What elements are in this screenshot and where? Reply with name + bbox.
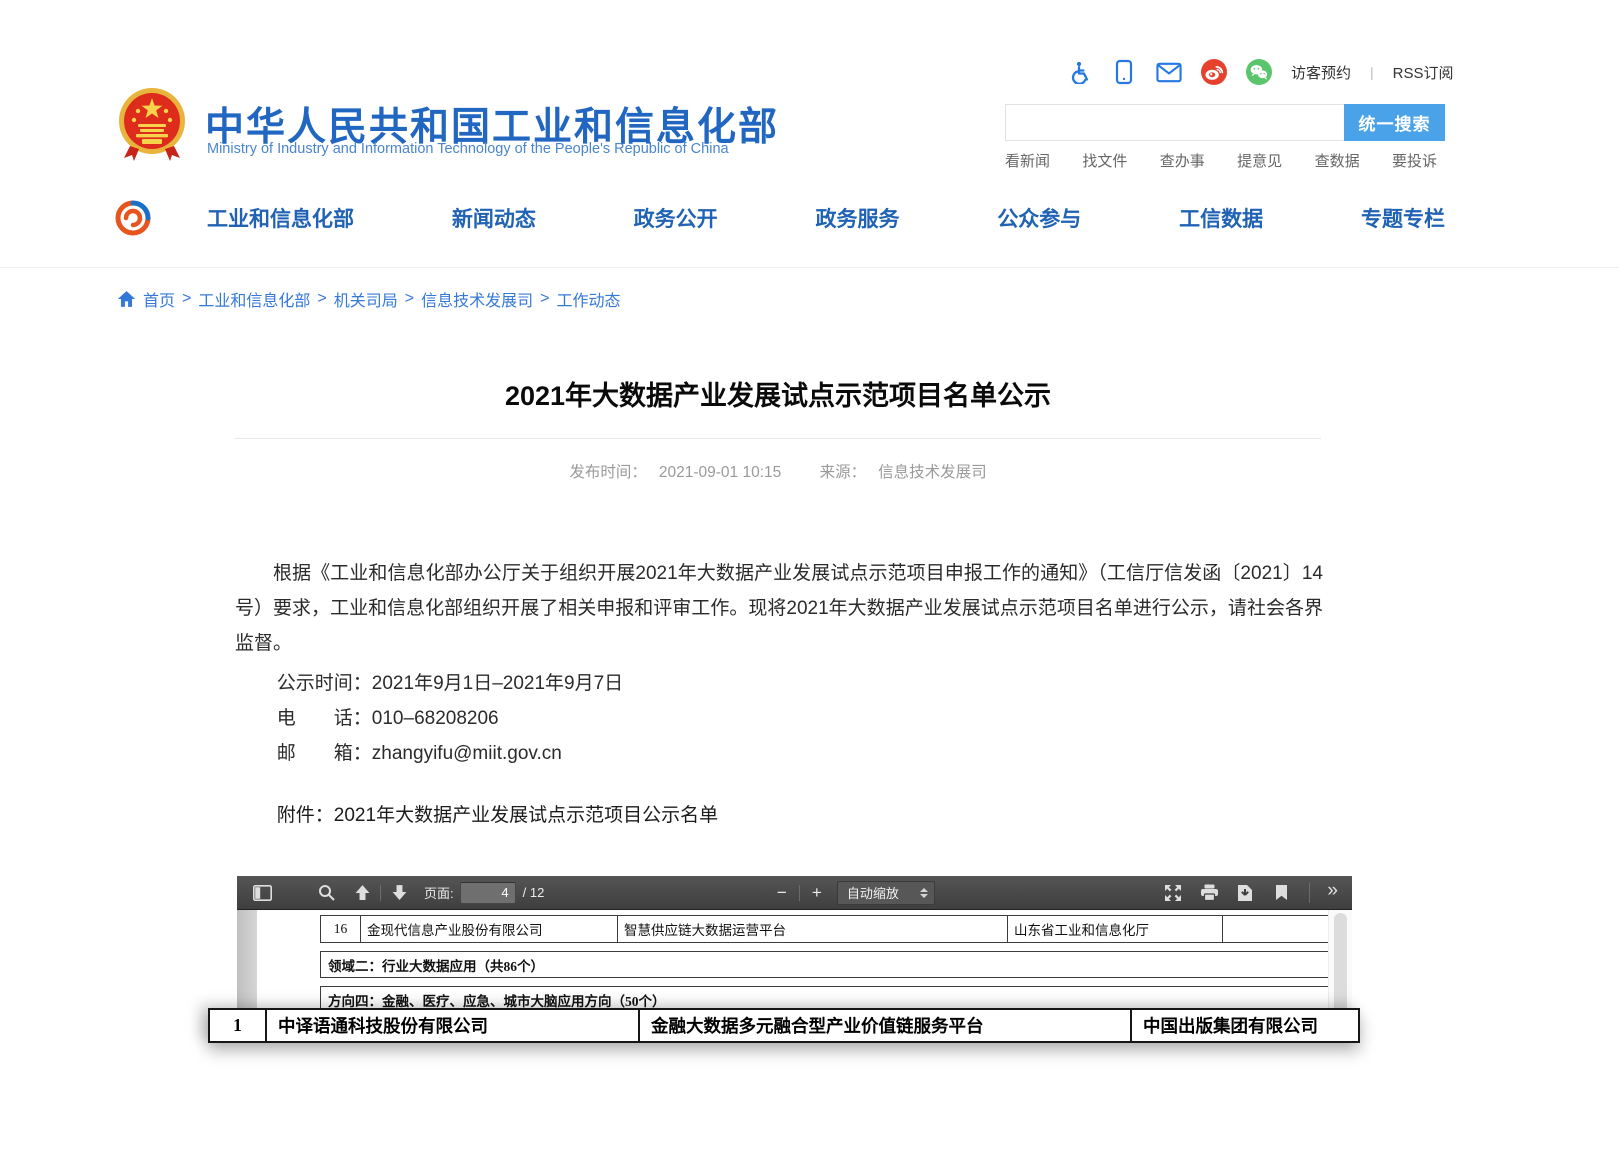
source-label: 来源： (820, 464, 867, 481)
pdf-toolbar-right: » (1160, 880, 1340, 906)
breadcrumb-separator: > (540, 290, 549, 308)
article-meta: 发布时间： 2021-09-01 10:15 来源： 信息技术发展司 (235, 460, 1321, 482)
attachment-line: 附件：2021年大数据产业发展试点示范项目公示名单 (235, 800, 718, 827)
article-title: 2021年大数据产业发展试点示范项目名单公示 (235, 374, 1321, 413)
quick-link-data[interactable]: 查数据 (1315, 150, 1360, 171)
breadcrumb-separator: > (317, 290, 326, 308)
mobile-icon[interactable] (1111, 59, 1137, 85)
breadcrumb-item-departments[interactable]: 机关司局 (334, 287, 398, 311)
select-caret-icon (920, 888, 928, 898)
article-paragraph: 根据《工业和信息化部办公厅关于组织开展2021年大数据产业发展试点示范项目申报工… (235, 556, 1323, 661)
nav-item-gov-services[interactable]: 政务服务 (815, 203, 899, 233)
search-icon[interactable] (313, 880, 339, 906)
quick-link-complaints[interactable]: 要投诉 (1392, 150, 1437, 171)
publicity-period-line: 公示时间：2021年9月1日–2021年9月7日 (235, 668, 623, 695)
magnified-row-callout: 1 中译语通科技股份有限公司 金融大数据多元融合型产业价值链服务平台 中国出版集… (208, 1008, 1360, 1043)
quick-link-news[interactable]: 看新闻 (1005, 150, 1050, 171)
breadcrumb-item-it-dept[interactable]: 信息技术发展司 (421, 287, 533, 311)
callout-cell-company: 中译语通科技股份有限公司 (267, 1010, 640, 1041)
wechat-icon[interactable] (1246, 59, 1272, 85)
zoom-in-button[interactable]: + (805, 883, 829, 903)
previous-page-icon[interactable] (349, 880, 375, 906)
utility-divider: | (1370, 64, 1374, 80)
breadcrumb-item-work-news[interactable]: 工作动态 (556, 287, 620, 311)
zoom-controls: − + 自动缩放 (770, 881, 935, 905)
sidebar-toggle-icon[interactable] (249, 880, 275, 906)
phone-line: 电 话：010–68208206 (235, 703, 499, 730)
table-section-row: 领域二：行业大数据应用（共86个） (320, 951, 1352, 978)
presentation-mode-icon[interactable] (1160, 880, 1186, 906)
site-subtitle: Ministry of Industry and Information Tec… (207, 141, 729, 157)
home-icon[interactable] (117, 290, 136, 308)
accessibility-icon[interactable] (1066, 59, 1092, 85)
callout-cell-project: 金融大数据多元融合型产业价值链服务平台 (640, 1010, 1132, 1041)
publish-time-label: 发布时间： (569, 464, 647, 481)
nav-item-special-topics[interactable]: 专题专栏 (1361, 203, 1445, 233)
nav-item-public-participation[interactable]: 公众参与 (997, 203, 1081, 233)
breadcrumb-home[interactable]: 首页 (143, 287, 175, 311)
nav-item-news[interactable]: 新闻动态 (452, 203, 536, 233)
visitor-appointment-link[interactable]: 访客预约 (1291, 62, 1351, 83)
title-divider (235, 438, 1321, 439)
email-line: 邮 箱：zhangyifu@miit.gov.cn (235, 738, 562, 765)
header-utility-row: 访客预约 | RSS订阅 (1066, 56, 1456, 88)
search-quick-links: 看新闻 找文件 查办事 提意见 查数据 要投诉 (1005, 150, 1437, 171)
more-tools-button[interactable]: » (1325, 880, 1340, 905)
national-emblem-logo (116, 84, 188, 162)
page-number-input[interactable] (460, 882, 516, 904)
nav-item-miit[interactable]: 工业和信息化部 (207, 203, 354, 233)
article-body: 根据《工业和信息化部办公厅关于组织开展2021年大数据产业发展试点示范项目申报工… (235, 556, 1323, 661)
publish-time-value: 2021-09-01 10:15 (659, 464, 781, 481)
callout-cell-org: 中国出版集团有限公司 (1132, 1010, 1358, 1041)
download-icon[interactable] (1232, 880, 1258, 906)
weibo-icon[interactable] (1201, 59, 1227, 85)
nav-item-gov-open[interactable]: 政务公开 (634, 203, 718, 233)
bookmark-icon[interactable] (1268, 880, 1294, 906)
quick-link-suggestions[interactable]: 提意见 (1237, 150, 1282, 171)
cell-project: 智慧供应链大数据运营平台 (618, 916, 1008, 942)
source-value: 信息技术发展司 (878, 464, 987, 481)
rss-subscribe-link[interactable]: RSS订阅 (1393, 62, 1454, 83)
cell-no: 16 (321, 916, 361, 942)
search-input[interactable] (1005, 104, 1344, 141)
cell-company: 金现代信息产业股份有限公司 (361, 916, 618, 942)
page-label: 页面: (424, 883, 454, 902)
breadcrumb-separator: > (182, 290, 191, 308)
callout-cell-no: 1 (210, 1010, 267, 1041)
site-header: 中华人民共和国工业和信息化部 Ministry of Industry and … (0, 0, 1619, 268)
gov-site-icon (113, 198, 153, 238)
quick-link-files[interactable]: 找文件 (1082, 150, 1127, 171)
breadcrumb-separator: > (405, 290, 414, 308)
zoom-out-button[interactable]: − (770, 883, 794, 903)
breadcrumb-item-miit[interactable]: 工业和信息化部 (198, 287, 310, 311)
pdf-toolbar: 页面: / 12 − + 自动缩放 (237, 876, 1352, 910)
miit-announcement-page: 中华人民共和国工业和信息化部 Ministry of Industry and … (0, 0, 1619, 1158)
mail-icon[interactable] (1156, 59, 1182, 85)
unified-search-button[interactable]: 统一搜索 (1344, 104, 1445, 141)
nav-item-data[interactable]: 工信数据 (1179, 203, 1263, 233)
zoom-mode-value: 自动缩放 (847, 883, 899, 902)
print-icon[interactable] (1196, 880, 1222, 906)
table-row: 16 金现代信息产业股份有限公司 智慧供应链大数据运营平台 山东省工业和信息化厅 (320, 915, 1352, 943)
zoom-mode-select[interactable]: 自动缩放 (837, 881, 935, 905)
page-total: / 12 (523, 885, 545, 900)
next-page-icon[interactable] (386, 880, 412, 906)
cell-org: 山东省工业和信息化厅 (1008, 916, 1223, 942)
main-navigation: 工业和信息化部 新闻动态 政务公开 政务服务 公众参与 工信数据 专题专栏 (207, 203, 1445, 233)
breadcrumb: 首页 > 工业和信息化部 > 机关司局 > 信息技术发展司 > 工作动态 (117, 287, 620, 311)
quick-link-services[interactable]: 查办事 (1160, 150, 1205, 171)
